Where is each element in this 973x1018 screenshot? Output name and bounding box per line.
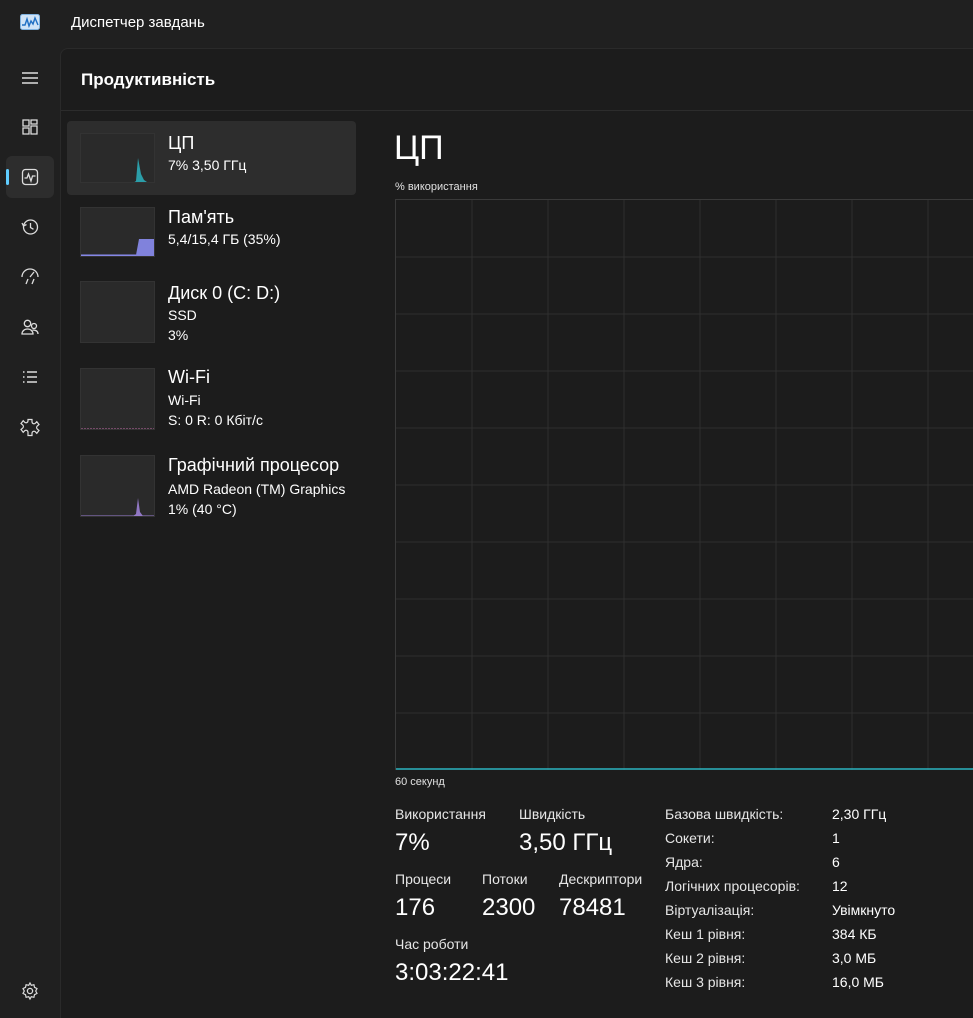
nav-startup-apps-button[interactable] <box>6 256 54 298</box>
resource-detail: SSD <box>168 307 197 323</box>
memory-thumbnail-graph <box>80 207 155 257</box>
settings-icon <box>22 981 38 1001</box>
cores-value: 6 <box>832 854 840 870</box>
hamburger-menu-icon <box>22 72 38 84</box>
sockets-value: 1 <box>832 830 840 846</box>
logical-processors-key: Логічних процесорів: <box>665 878 800 894</box>
resource-detail-secondary: S: 0 R: 0 Кбіт/с <box>168 412 263 428</box>
disk-thumbnail-graph <box>80 281 155 343</box>
nav-performance-button[interactable] <box>6 156 54 198</box>
speed-value: 3,50 ГГц <box>519 829 613 856</box>
resource-detail: AMD Radeon (TM) Graphics <box>168 481 346 497</box>
title-bar: Диспетчер завдань <box>0 0 973 48</box>
cpu-usage-graph <box>395 199 973 770</box>
threads-value: 2300 <box>482 894 536 921</box>
y-axis-label: % використання <box>395 181 478 193</box>
cpu-graph-grid <box>396 200 973 770</box>
resource-name: Пам'ять <box>168 207 235 227</box>
gpu-thumbnail-graph <box>80 455 155 517</box>
nav-processes-button[interactable] <box>6 106 54 148</box>
resource-detail-secondary: 3% <box>168 327 189 343</box>
resource-item-disk[interactable]: Диск 0 (C: D:) SSD 3% <box>67 275 356 349</box>
resource-name: Графічний процесор <box>168 455 340 475</box>
resource-name: ЦП <box>168 133 195 153</box>
resource-detail: Wi-Fi <box>168 392 201 408</box>
performance-icon <box>21 168 39 186</box>
startup-apps-icon <box>21 268 39 285</box>
resource-detail: 5,4/15,4 ГБ (35%) <box>168 231 281 247</box>
resource-detail: 7% 3,50 ГГц <box>168 157 247 173</box>
processes-label: Процеси <box>395 871 452 887</box>
resource-item-cpu[interactable]: ЦП 7% 3,50 ГГц <box>67 121 356 195</box>
base-speed-value: 2,30 ГГц <box>832 806 887 822</box>
resource-item-memory[interactable]: Пам'ять 5,4/15,4 ГБ (35%) <box>67 199 356 267</box>
nav-details-button[interactable] <box>6 356 54 398</box>
navigation-pane <box>0 48 60 1018</box>
page-title: Продуктивність <box>81 70 216 89</box>
nav-services-button[interactable] <box>6 406 54 448</box>
users-icon <box>21 319 39 335</box>
l2-cache-key: Кеш 2 рівня: <box>665 950 746 966</box>
usage-value: 7% <box>395 829 430 856</box>
services-icon <box>20 418 40 437</box>
threads-label: Потоки <box>482 871 528 887</box>
logical-processors-value: 12 <box>832 878 848 894</box>
virtualization-value: Увімкнуто <box>832 902 896 918</box>
base-speed-key: Базова швидкість: <box>665 806 784 822</box>
window-title: Диспетчер завдань <box>71 14 205 31</box>
nav-app-history-button[interactable] <box>6 206 54 248</box>
resource-name: Диск 0 (C: D:) <box>168 283 281 303</box>
processes-value: 176 <box>395 894 436 921</box>
details-icon <box>23 371 37 383</box>
resource-detail-secondary: 1% (40 °C) <box>168 501 237 517</box>
task-manager-app-icon <box>20 14 40 30</box>
l1-cache-value: 384 КБ <box>832 926 877 942</box>
processes-icon <box>22 119 38 135</box>
sockets-key: Сокети: <box>665 830 715 846</box>
header-divider <box>61 110 973 111</box>
l1-cache-key: Кеш 1 рівня: <box>665 926 746 942</box>
detail-title: ЦП <box>394 129 444 167</box>
cpu-thumbnail-graph <box>80 133 155 183</box>
virtualization-key: Віртуалізація: <box>665 902 755 918</box>
main-content: Продуктивність ЦП 7% 3,50 ГГц Пам'ять 5,… <box>60 48 973 1018</box>
wifi-thumbnail-graph <box>80 368 155 430</box>
app-history-icon <box>21 219 39 235</box>
usage-label: Використання <box>395 806 486 822</box>
uptime-label: Час роботи <box>395 936 469 952</box>
l3-cache-value: 16,0 МБ <box>832 974 884 990</box>
resource-item-wifi[interactable]: Wi-Fi Wi-Fi S: 0 R: 0 Кбіт/с <box>67 362 356 436</box>
handles-value: 78481 <box>559 894 626 921</box>
nav-settings-button[interactable] <box>6 970 54 1012</box>
cores-key: Ядра: <box>665 854 703 870</box>
resource-name: Wi-Fi <box>168 367 210 387</box>
x-axis-label: 60 секунд <box>395 776 445 788</box>
uptime-value: 3:03:22:41 <box>395 959 509 986</box>
hamburger-menu-button[interactable] <box>6 57 54 99</box>
speed-label: Швидкість <box>519 806 586 822</box>
l3-cache-key: Кеш 3 рівня: <box>665 974 746 990</box>
resource-item-gpu[interactable]: Графічний процесор AMD Radeon (TM) Graph… <box>67 449 356 523</box>
nav-users-button[interactable] <box>6 306 54 348</box>
handles-label: Дескриптори <box>559 871 643 887</box>
l2-cache-value: 3,0 МБ <box>832 950 877 966</box>
